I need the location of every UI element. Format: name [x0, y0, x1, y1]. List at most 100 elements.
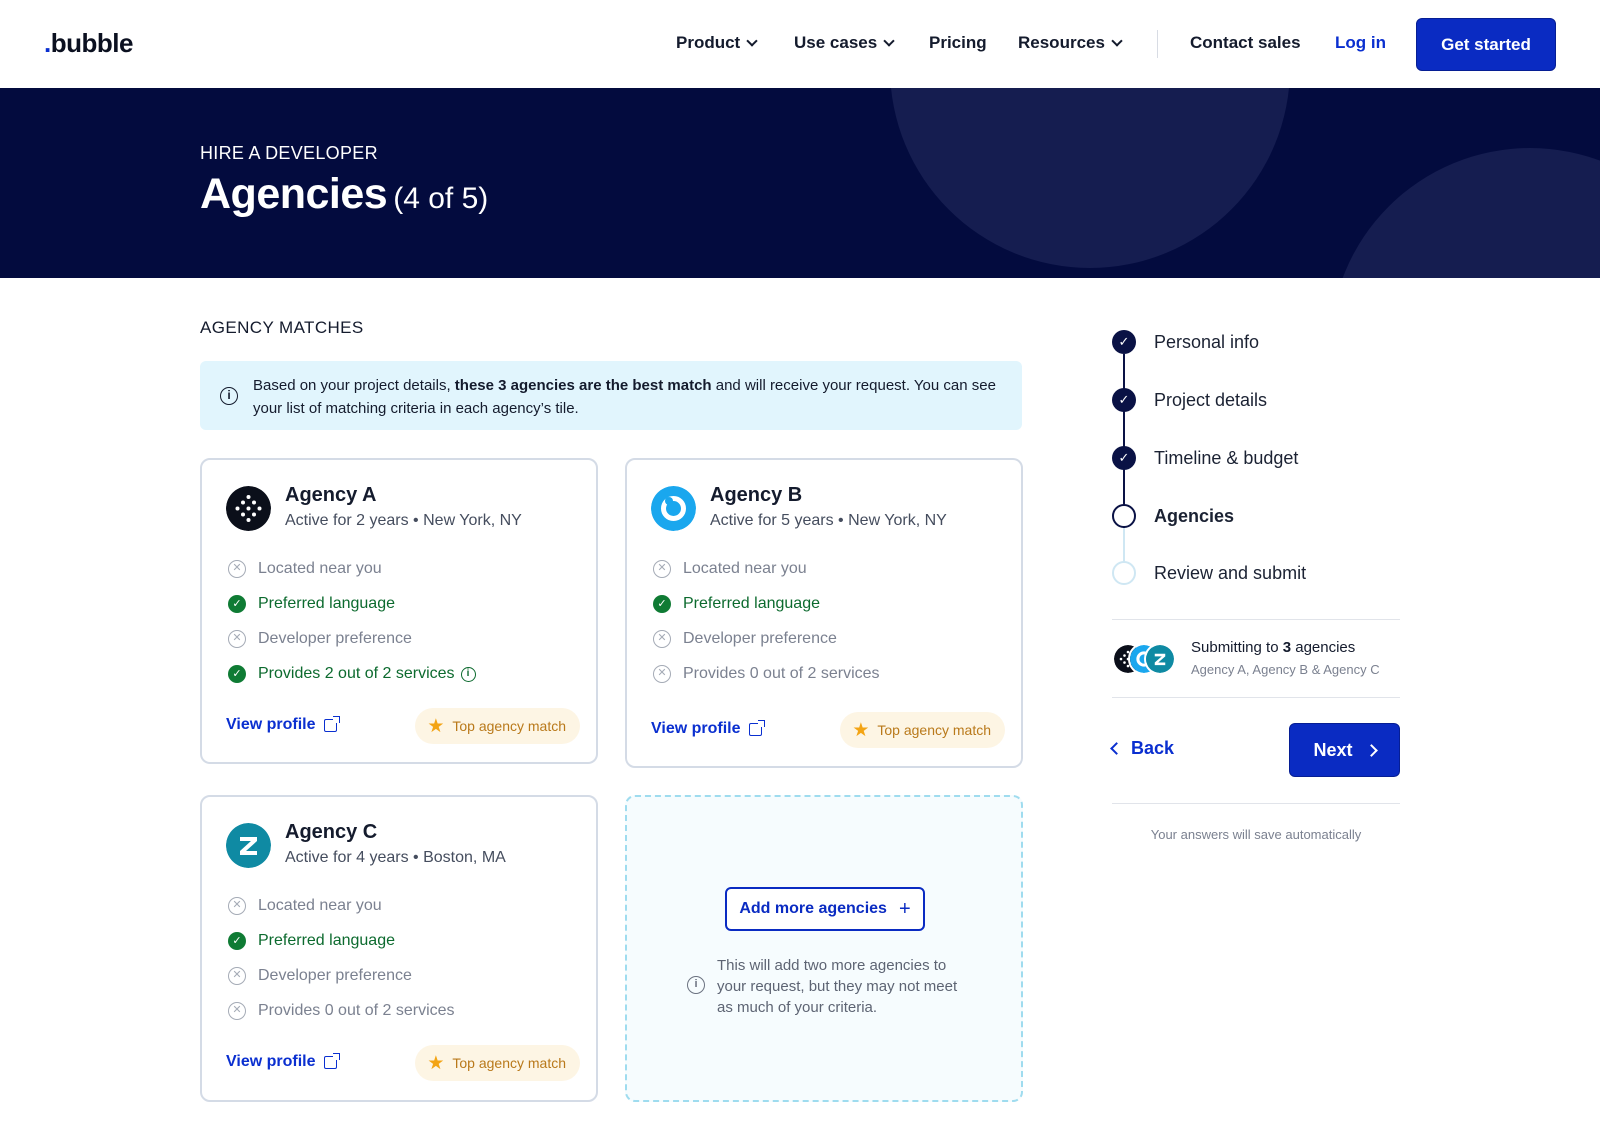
check-circle-icon: ✓ [228, 932, 246, 950]
criterion-unmet: ✕ Located near you [653, 560, 807, 578]
nav-product-label: Product [676, 33, 741, 52]
step-review-submit: Review and submit [1112, 561, 1306, 585]
chevron-right-icon [1364, 743, 1378, 757]
next-button[interactable]: Next [1289, 723, 1400, 777]
criterion-label: Provides 0 out of 2 services [258, 1002, 455, 1019]
agency-card: Agency A Active for 2 years • New York, … [200, 458, 598, 764]
star-icon: ★ [427, 1052, 445, 1074]
banner-text-pre: Based on your project details, [253, 377, 455, 394]
nav-resources-label: Resources [1018, 33, 1105, 52]
nav-resources[interactable]: Resources [1018, 33, 1123, 53]
agency-meta: Active for 4 years • Boston, MA [285, 849, 506, 866]
step-label: Review and submit [1154, 562, 1307, 583]
agency-card: Agency C Active for 4 years • Boston, MA… [200, 795, 598, 1102]
criterion-unmet: ✕ Developer preference [228, 630, 412, 648]
next-label: Next [1313, 739, 1353, 760]
step-label: Project details [1154, 389, 1268, 410]
external-link-icon [323, 1052, 340, 1069]
criterion-label: Provides 0 out of 2 services [683, 665, 880, 682]
step-timeline-budget[interactable]: ✓ Timeline & budget [1112, 446, 1298, 470]
view-profile-link[interactable]: View profile [226, 715, 340, 734]
divider [1112, 697, 1400, 698]
step-project-details[interactable]: ✓ Project details [1112, 388, 1267, 412]
criterion-label: Provides 2 out of 2 services [258, 665, 455, 682]
agency-meta: Active for 5 years • New York, NY [710, 512, 947, 529]
logo-text: bubble [50, 28, 134, 58]
pending-step-icon [1112, 561, 1136, 585]
info-banner-text: Based on your project details, these 3 a… [253, 374, 1003, 420]
step-label: Timeline & budget [1154, 447, 1299, 468]
current-step-icon [1112, 504, 1136, 528]
check-circle-icon: ✓ [653, 595, 671, 613]
check-circle-icon: ✓ [228, 665, 246, 683]
nav-pricing[interactable]: Pricing [929, 33, 987, 53]
view-profile-link[interactable]: View profile [651, 719, 765, 738]
autosave-note: Your answers will save automatically [1150, 827, 1362, 842]
add-more-label: Add more agencies [739, 900, 887, 917]
criterion-unmet: ✕ Provides 0 out of 2 services [228, 1002, 455, 1020]
decorative-circle [890, 88, 1290, 268]
agency-location: Boston, MA [423, 849, 506, 866]
contact-sales-link[interactable]: Contact sales [1190, 33, 1301, 53]
bubble-logo[interactable]: .bubble [44, 28, 133, 59]
chevron-down-icon [746, 34, 758, 47]
agency-active: Active for 4 years [285, 849, 409, 866]
nav-use-cases[interactable]: Use cases [794, 33, 895, 53]
external-link-icon [748, 719, 765, 736]
x-circle-icon: ✕ [228, 630, 246, 648]
step-personal-info[interactable]: ✓ Personal info [1112, 330, 1259, 354]
criterion-label: Developer preference [683, 630, 837, 647]
criterion-unmet: ✕ Developer preference [653, 630, 837, 648]
agency-active: Active for 5 years [710, 512, 834, 529]
divider [1112, 619, 1400, 620]
section-heading: AGENCY MATCHES [200, 318, 364, 337]
criterion-unmet: ✕ Located near you [228, 897, 382, 915]
check-icon: ✓ [1112, 388, 1136, 412]
divider [1112, 803, 1400, 804]
login-link[interactable]: Log in [1335, 33, 1386, 53]
nav-product[interactable]: Product [676, 33, 758, 53]
agency-name: Agency B [710, 484, 803, 506]
criterion-unmet: ✕ Provides 0 out of 2 services [653, 665, 880, 683]
get-started-button[interactable]: Get started [1416, 18, 1556, 71]
back-button[interactable]: Back [1110, 738, 1174, 759]
agency-b-logo-icon [651, 486, 696, 531]
criterion-label: Developer preference [258, 967, 412, 984]
top-nav: .bubble Product Use cases Pricing Resour… [0, 0, 1600, 88]
check-icon: ✓ [1112, 330, 1136, 354]
x-circle-icon: ✕ [653, 630, 671, 648]
nav-pricing-label: Pricing [929, 33, 987, 52]
criterion-met: ✓ Provides 2 out of 2 services i [228, 665, 476, 683]
top-match-badge: ★ Top agency match [840, 712, 1005, 748]
info-icon: i [687, 976, 705, 994]
info-banner: i Based on your project details, these 3… [200, 361, 1022, 430]
nav-use-cases-label: Use cases [794, 33, 878, 52]
view-profile-link[interactable]: View profile [226, 1052, 340, 1071]
banner-text-bold: these 3 agencies are the best match [454, 377, 712, 394]
badge-label: Top agency match [452, 1055, 566, 1071]
decorative-circle [1330, 148, 1600, 278]
submitting-prefix: Submitting to [1191, 639, 1283, 656]
chevron-left-icon [1110, 742, 1123, 755]
x-circle-icon: ✕ [228, 897, 246, 915]
add-more-panel: Add more agencies + i This will add two m… [625, 795, 1023, 1102]
criterion-label: Preferred language [258, 932, 395, 949]
add-more-agencies-button[interactable]: Add more agencies + [725, 887, 925, 931]
step-label: Agencies [1154, 505, 1235, 526]
view-profile-label: View profile [651, 720, 741, 737]
step-agencies[interactable]: Agencies [1112, 504, 1234, 528]
badge-label: Top agency match [452, 718, 566, 734]
agency-c-logo-icon [1144, 643, 1176, 675]
criterion-unmet: ✕ Located near you [228, 560, 382, 578]
x-circle-icon: ✕ [228, 1002, 246, 1020]
criterion-label: Developer preference [258, 630, 412, 647]
x-circle-icon: ✕ [228, 967, 246, 985]
agency-name: Agency A [285, 484, 377, 506]
agency-name: Agency C [285, 821, 378, 843]
agency-location: New York, NY [423, 512, 522, 529]
nav-divider [1157, 30, 1158, 58]
star-icon: ★ [852, 719, 870, 741]
add-more-note-text: This will add two more agencies to your … [717, 957, 958, 1016]
info-icon[interactable]: i [460, 666, 476, 682]
criterion-met: ✓ Preferred language [228, 595, 395, 613]
